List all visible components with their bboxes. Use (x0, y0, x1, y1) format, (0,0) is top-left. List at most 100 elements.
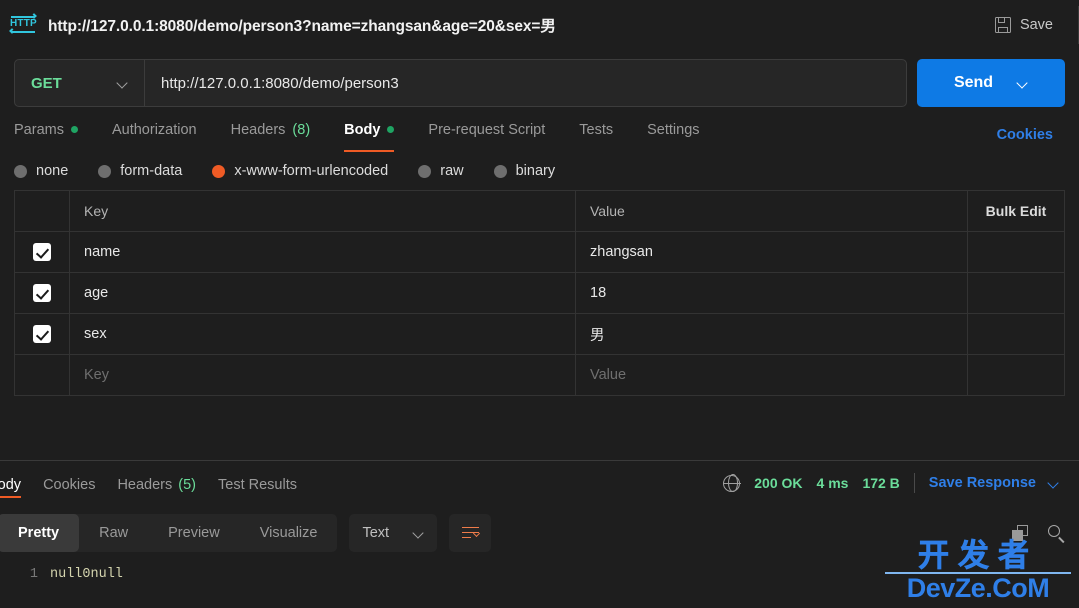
tab-label: Settings (647, 121, 700, 138)
code-line: 1 null0null (0, 567, 1079, 582)
row-value[interactable]: 18 (576, 273, 968, 313)
table-row-empty: Key Value (15, 355, 1064, 396)
view-mode-pretty[interactable]: Pretty (0, 514, 80, 552)
header-key-cell: Key (70, 191, 576, 231)
row-checkbox-cell (15, 355, 70, 395)
tab-authorization[interactable]: Authorization (112, 116, 213, 152)
tab-label: Params (14, 121, 64, 138)
response-tab-test-results[interactable]: Test Results (218, 461, 297, 505)
globe-icon (722, 474, 741, 492)
radio-label: form-data (120, 163, 183, 179)
bulk-edit-button[interactable]: Bulk Edit (968, 191, 1064, 231)
active-tab-underline (0, 496, 22, 498)
radio-label: raw (440, 163, 464, 179)
copy-icon[interactable] (1012, 525, 1028, 541)
row-actions-cell (968, 273, 1064, 313)
tab-label: Headers (230, 121, 286, 138)
new-key-input[interactable]: Key (70, 355, 576, 395)
tab-label: Body (0, 477, 22, 493)
row-checkbox-cell (15, 314, 70, 354)
row-actions-cell (968, 232, 1064, 272)
method-label: GET (31, 74, 62, 92)
save-response-label: Save Response (928, 475, 1036, 491)
tab-headers[interactable]: Headers (8) (231, 116, 327, 152)
row-value[interactable]: zhangsan (576, 232, 968, 272)
row-checkbox[interactable] (33, 284, 51, 302)
viewer-actions (1012, 524, 1065, 543)
request-tabs: Params Authorization Headers (8) Body Pr… (0, 116, 1079, 152)
bulk-edit-label: Bulk Edit (985, 203, 1047, 219)
radio-circle-icon (14, 164, 27, 178)
status-dot-icon (387, 126, 395, 133)
url-input-wrapper: GET (14, 59, 907, 107)
response-tab-cookies[interactable]: Cookies (43, 461, 95, 505)
tab-label: Cookies (43, 477, 96, 493)
save-button-label: Save (1019, 17, 1053, 33)
chevron-down-icon (1048, 478, 1059, 489)
header-check-cell (15, 191, 70, 231)
radio-label: binary (515, 163, 556, 179)
chevron-down-icon (117, 78, 128, 89)
tab-body[interactable]: Body (344, 116, 410, 152)
save-response-button[interactable]: Save Response (929, 475, 1059, 491)
active-tab-underline (344, 150, 395, 152)
radio-label: x-www-form-urlencoded (234, 163, 389, 179)
view-mode-segmented-control: Pretty Raw Preview Visualize (0, 514, 338, 552)
save-button[interactable]: Save (994, 17, 1053, 33)
table-header-row: Key Value Bulk Edit (15, 191, 1064, 232)
format-label: Text (362, 525, 390, 541)
row-value[interactable]: 男 (576, 314, 968, 354)
new-value-input[interactable]: Value (576, 355, 968, 395)
response-tab-body[interactable]: Body (0, 461, 22, 505)
view-mode-preview[interactable]: Preview (148, 514, 240, 552)
row-checkbox[interactable] (33, 325, 51, 343)
status-badge: 200 OK (754, 475, 803, 491)
radio-binary[interactable]: binary (493, 163, 556, 179)
response-tabs: Body Cookies Headers (5) Test Results 20… (0, 461, 1079, 505)
view-mode-raw[interactable]: Raw (79, 514, 148, 552)
search-icon[interactable] (1048, 524, 1065, 543)
radio-none[interactable]: none (14, 163, 68, 179)
cookies-link[interactable]: Cookies (997, 127, 1053, 143)
view-mode-visualize[interactable]: Visualize (240, 514, 338, 552)
table-row: age 18 (15, 273, 1064, 314)
row-key[interactable]: age (70, 273, 576, 313)
response-size: 172 B (862, 475, 900, 491)
request-header-bar: HTTP http://127.0.0.1:8080/demo/person3?… (0, 0, 1079, 50)
row-key[interactable]: sex (70, 314, 576, 354)
radio-form-data[interactable]: form-data (98, 163, 182, 179)
row-checkbox-cell (15, 273, 70, 313)
row-checkbox[interactable] (33, 243, 51, 261)
url-bar: GET Send (0, 50, 1079, 116)
page-title: http://127.0.0.1:8080/demo/person3?name=… (48, 18, 556, 35)
row-key[interactable]: name (70, 232, 576, 272)
tab-settings[interactable]: Settings (647, 116, 715, 152)
meta-divider (913, 473, 915, 493)
row-checkbox-cell (15, 232, 70, 272)
radio-circle-selected-icon (212, 164, 226, 178)
tab-label: Test Results (218, 477, 297, 493)
tab-params[interactable]: Params (14, 116, 94, 152)
response-tab-headers[interactable]: Headers (5) (117, 461, 196, 505)
floppy-disk-icon (994, 17, 1011, 33)
body-type-radio-group: none form-data x-www-form-urlencoded raw… (0, 152, 1079, 190)
header-value-cell: Value (576, 191, 968, 231)
method-selector[interactable]: GET (15, 60, 145, 106)
tab-label: Pre-request Script (428, 121, 546, 138)
radio-circle-icon (493, 164, 507, 178)
url-input[interactable] (145, 60, 906, 106)
tab-pre-request-script[interactable]: Pre-request Script (428, 116, 561, 152)
tab-label: Authorization (111, 121, 197, 138)
radio-x-www-form-urlencoded[interactable]: x-www-form-urlencoded (212, 163, 388, 179)
radio-raw[interactable]: raw (418, 163, 464, 179)
word-wrap-button[interactable] (449, 514, 492, 552)
send-button[interactable]: Send (917, 59, 1065, 107)
format-selector[interactable]: Text (349, 514, 438, 552)
response-viewer-toolbar: Pretty Raw Preview Visualize Text (0, 512, 1079, 554)
table-row: name zhangsan (15, 232, 1064, 273)
row-actions-cell (968, 314, 1064, 354)
tab-tests[interactable]: Tests (579, 116, 629, 152)
response-body-viewer[interactable]: 1 null0null (0, 558, 1079, 608)
params-table: Key Value Bulk Edit name zhangsan age 18… (14, 190, 1065, 396)
response-meta: 200 OK 4 ms 172 B Save Response (722, 473, 1059, 493)
